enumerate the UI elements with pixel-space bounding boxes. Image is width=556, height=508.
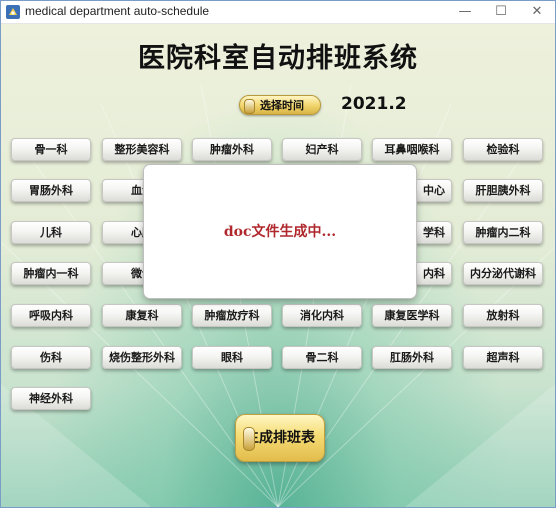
dept-button-nei-fen-mi-dai-xie[interactable]: 内分泌代谢科 xyxy=(463,262,543,285)
dept-button-zhong-liu-wai[interactable]: 肿瘤外科 xyxy=(192,138,272,161)
dept-button-er-ke[interactable]: 儿科 xyxy=(11,221,91,244)
dept-button-zhong-liu-nei-yi[interactable]: 肿瘤内一科 xyxy=(11,262,91,285)
dept-button-wei-chang-wai[interactable]: 胃肠外科 xyxy=(11,179,91,202)
dept-button-yan-ke[interactable]: 眼科 xyxy=(192,346,272,369)
close-button[interactable]: ✕ xyxy=(519,1,555,23)
dept-button-er-bi-yan-hou[interactable]: 耳鼻咽喉科 xyxy=(372,138,452,161)
dept-button-zhong-liu-nei-er[interactable]: 肿瘤内二科 xyxy=(463,221,543,244)
dept-button-zhong-liu-fang-liao[interactable]: 肿瘤放疗科 xyxy=(192,304,272,327)
selected-month-label: 2021.2 xyxy=(341,94,407,114)
select-time-label: 选择时间 xyxy=(260,99,304,112)
dept-button-jian-yan[interactable]: 检验科 xyxy=(463,138,543,161)
generate-schedule-button[interactable]: 生成排班表 xyxy=(235,414,325,462)
dept-button-hu-xi-nei[interactable]: 呼吸内科 xyxy=(11,304,91,327)
dept-button-gan-dan-yi-wai[interactable]: 肝胆胰外科 xyxy=(463,179,543,202)
dept-button-gang-chang-wai[interactable]: 肛肠外科 xyxy=(372,346,452,369)
dept-button-kang-fu-yi-xue[interactable]: 康复医学科 xyxy=(372,304,452,327)
generate-schedule-label: 生成排班表 xyxy=(245,430,315,446)
dept-button-xiao-hua-nei[interactable]: 消化内科 xyxy=(282,304,362,327)
progress-message: doc文件生成中... xyxy=(223,224,337,240)
dept-button-gu-yi[interactable]: 骨一科 xyxy=(11,138,91,161)
dept-button-shao-shang-zheng-xing[interactable]: 烧伤整形外科 xyxy=(102,346,182,369)
knob-icon xyxy=(244,99,255,114)
window-title: medical department auto-schedule xyxy=(25,4,210,18)
dept-button-fu-chan[interactable]: 妇产科 xyxy=(282,138,362,161)
dept-button-gu-er[interactable]: 骨二科 xyxy=(282,346,362,369)
select-time-button[interactable]: 选择时间 xyxy=(239,95,321,115)
minimize-button[interactable]: — xyxy=(447,1,483,23)
progress-dialog: doc文件生成中... xyxy=(144,165,416,298)
dept-button-shang-ke[interactable]: 伤科 xyxy=(11,346,91,369)
app-logo-icon xyxy=(6,5,20,19)
page-title: 医院科室自动排班系统 xyxy=(138,43,418,74)
knob-icon xyxy=(243,427,255,451)
dept-button-zheng-xing-mei-rong[interactable]: 整形美容科 xyxy=(102,138,182,161)
app-window: medical department auto-schedule — ☐ ✕ 医… xyxy=(0,0,556,508)
dept-button-shen-jing-wai[interactable]: 神经外科 xyxy=(11,387,91,410)
dept-button-fang-she[interactable]: 放射科 xyxy=(463,304,543,327)
dept-button-chao-sheng[interactable]: 超声科 xyxy=(463,346,543,369)
title-bar: medical department auto-schedule — ☐ ✕ xyxy=(1,1,555,24)
dept-button-kang-fu[interactable]: 康复科 xyxy=(102,304,182,327)
maximize-button[interactable]: ☐ xyxy=(483,1,519,23)
main-panel: 医院科室自动排班系统 选择时间 2021.2 骨一科 整形美容科 肿瘤外科 妇产… xyxy=(1,24,555,507)
